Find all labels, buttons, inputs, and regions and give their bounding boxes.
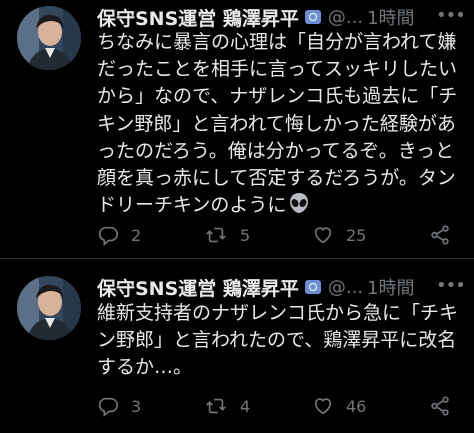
retweet-count: 5 (240, 225, 251, 245)
like-count: 25 (346, 225, 367, 245)
avatar[interactable] (17, 276, 81, 340)
like-button[interactable]: 46 (312, 391, 366, 421)
tweet-header: 保守SNS運営 鶏澤昇平 @... 1時間 (97, 274, 474, 300)
tweet-text-content: ちなみに暴言の心理は「自分が言われて嫌 だったことを相手に言ってスッキリしたい … (97, 31, 458, 217)
like-count: 46 (346, 396, 367, 416)
handle[interactable]: @... (328, 277, 363, 298)
like-button[interactable]: 25 (312, 220, 366, 250)
display-name[interactable]: 保守SNS運営 鶏澤昇平 (97, 274, 299, 301)
heart-icon (314, 398, 332, 415)
reply-count: 3 (131, 396, 142, 416)
share-icon (431, 225, 449, 245)
tweet[interactable]: 保守SNS運営 鶏澤昇平 @... 1時間 ••• ちなみに暴言の心理は「自分が… (0, 0, 474, 258)
retweet-button[interactable]: 4 (204, 391, 250, 421)
more-options-button[interactable]: ••• (436, 6, 466, 26)
reply-icon (98, 397, 118, 417)
reply-button[interactable]: 2 (97, 220, 141, 250)
more-options-button[interactable]: ••• (436, 276, 466, 296)
tweet[interactable]: 保守SNS運営 鶏澤昇平 @... 1時間 ••• 維新支持者のナザレンコ氏から… (0, 259, 474, 433)
tweet-header: 保守SNS運営 鶏澤昇平 @... 1時間 (97, 4, 474, 30)
timestamp[interactable]: 1時間 (367, 4, 414, 30)
timestamp[interactable]: 1時間 (367, 274, 414, 300)
retweet-icon (206, 398, 226, 414)
tweet-text: 維新支持者のナザレンコ氏から急に「チキ ン野郎」と言われたので、鶏澤昇平に改名 … (97, 302, 459, 379)
alien-icon (288, 192, 310, 222)
reply-button[interactable]: 3 (97, 391, 141, 421)
reply-count: 2 (131, 225, 142, 245)
tweet-text: ちなみに暴言の心理は「自分が言われて嫌 だったことを相手に言ってスッキリしたい … (97, 29, 469, 222)
display-name[interactable]: 保守SNS運営 鶏澤昇平 (97, 4, 299, 31)
heart-icon (314, 227, 332, 244)
share-button[interactable] (429, 220, 451, 250)
retweet-button[interactable]: 5 (204, 220, 250, 250)
flag-badge-icon (304, 280, 321, 294)
handle[interactable]: @... (328, 7, 363, 28)
avatar[interactable] (17, 6, 81, 70)
tweet-actions: 3 4 46 (97, 391, 474, 421)
flag-badge-icon (304, 10, 321, 24)
share-icon (431, 396, 449, 416)
retweet-icon (206, 227, 226, 243)
share-button[interactable] (429, 391, 451, 421)
tweet-actions: 2 5 25 (97, 220, 474, 250)
retweet-count: 4 (240, 396, 251, 416)
reply-icon (98, 226, 118, 246)
tweet-feed: 保守SNS運営 鶏澤昇平 @... 1時間 ••• ちなみに暴言の心理は「自分が… (0, 0, 474, 433)
